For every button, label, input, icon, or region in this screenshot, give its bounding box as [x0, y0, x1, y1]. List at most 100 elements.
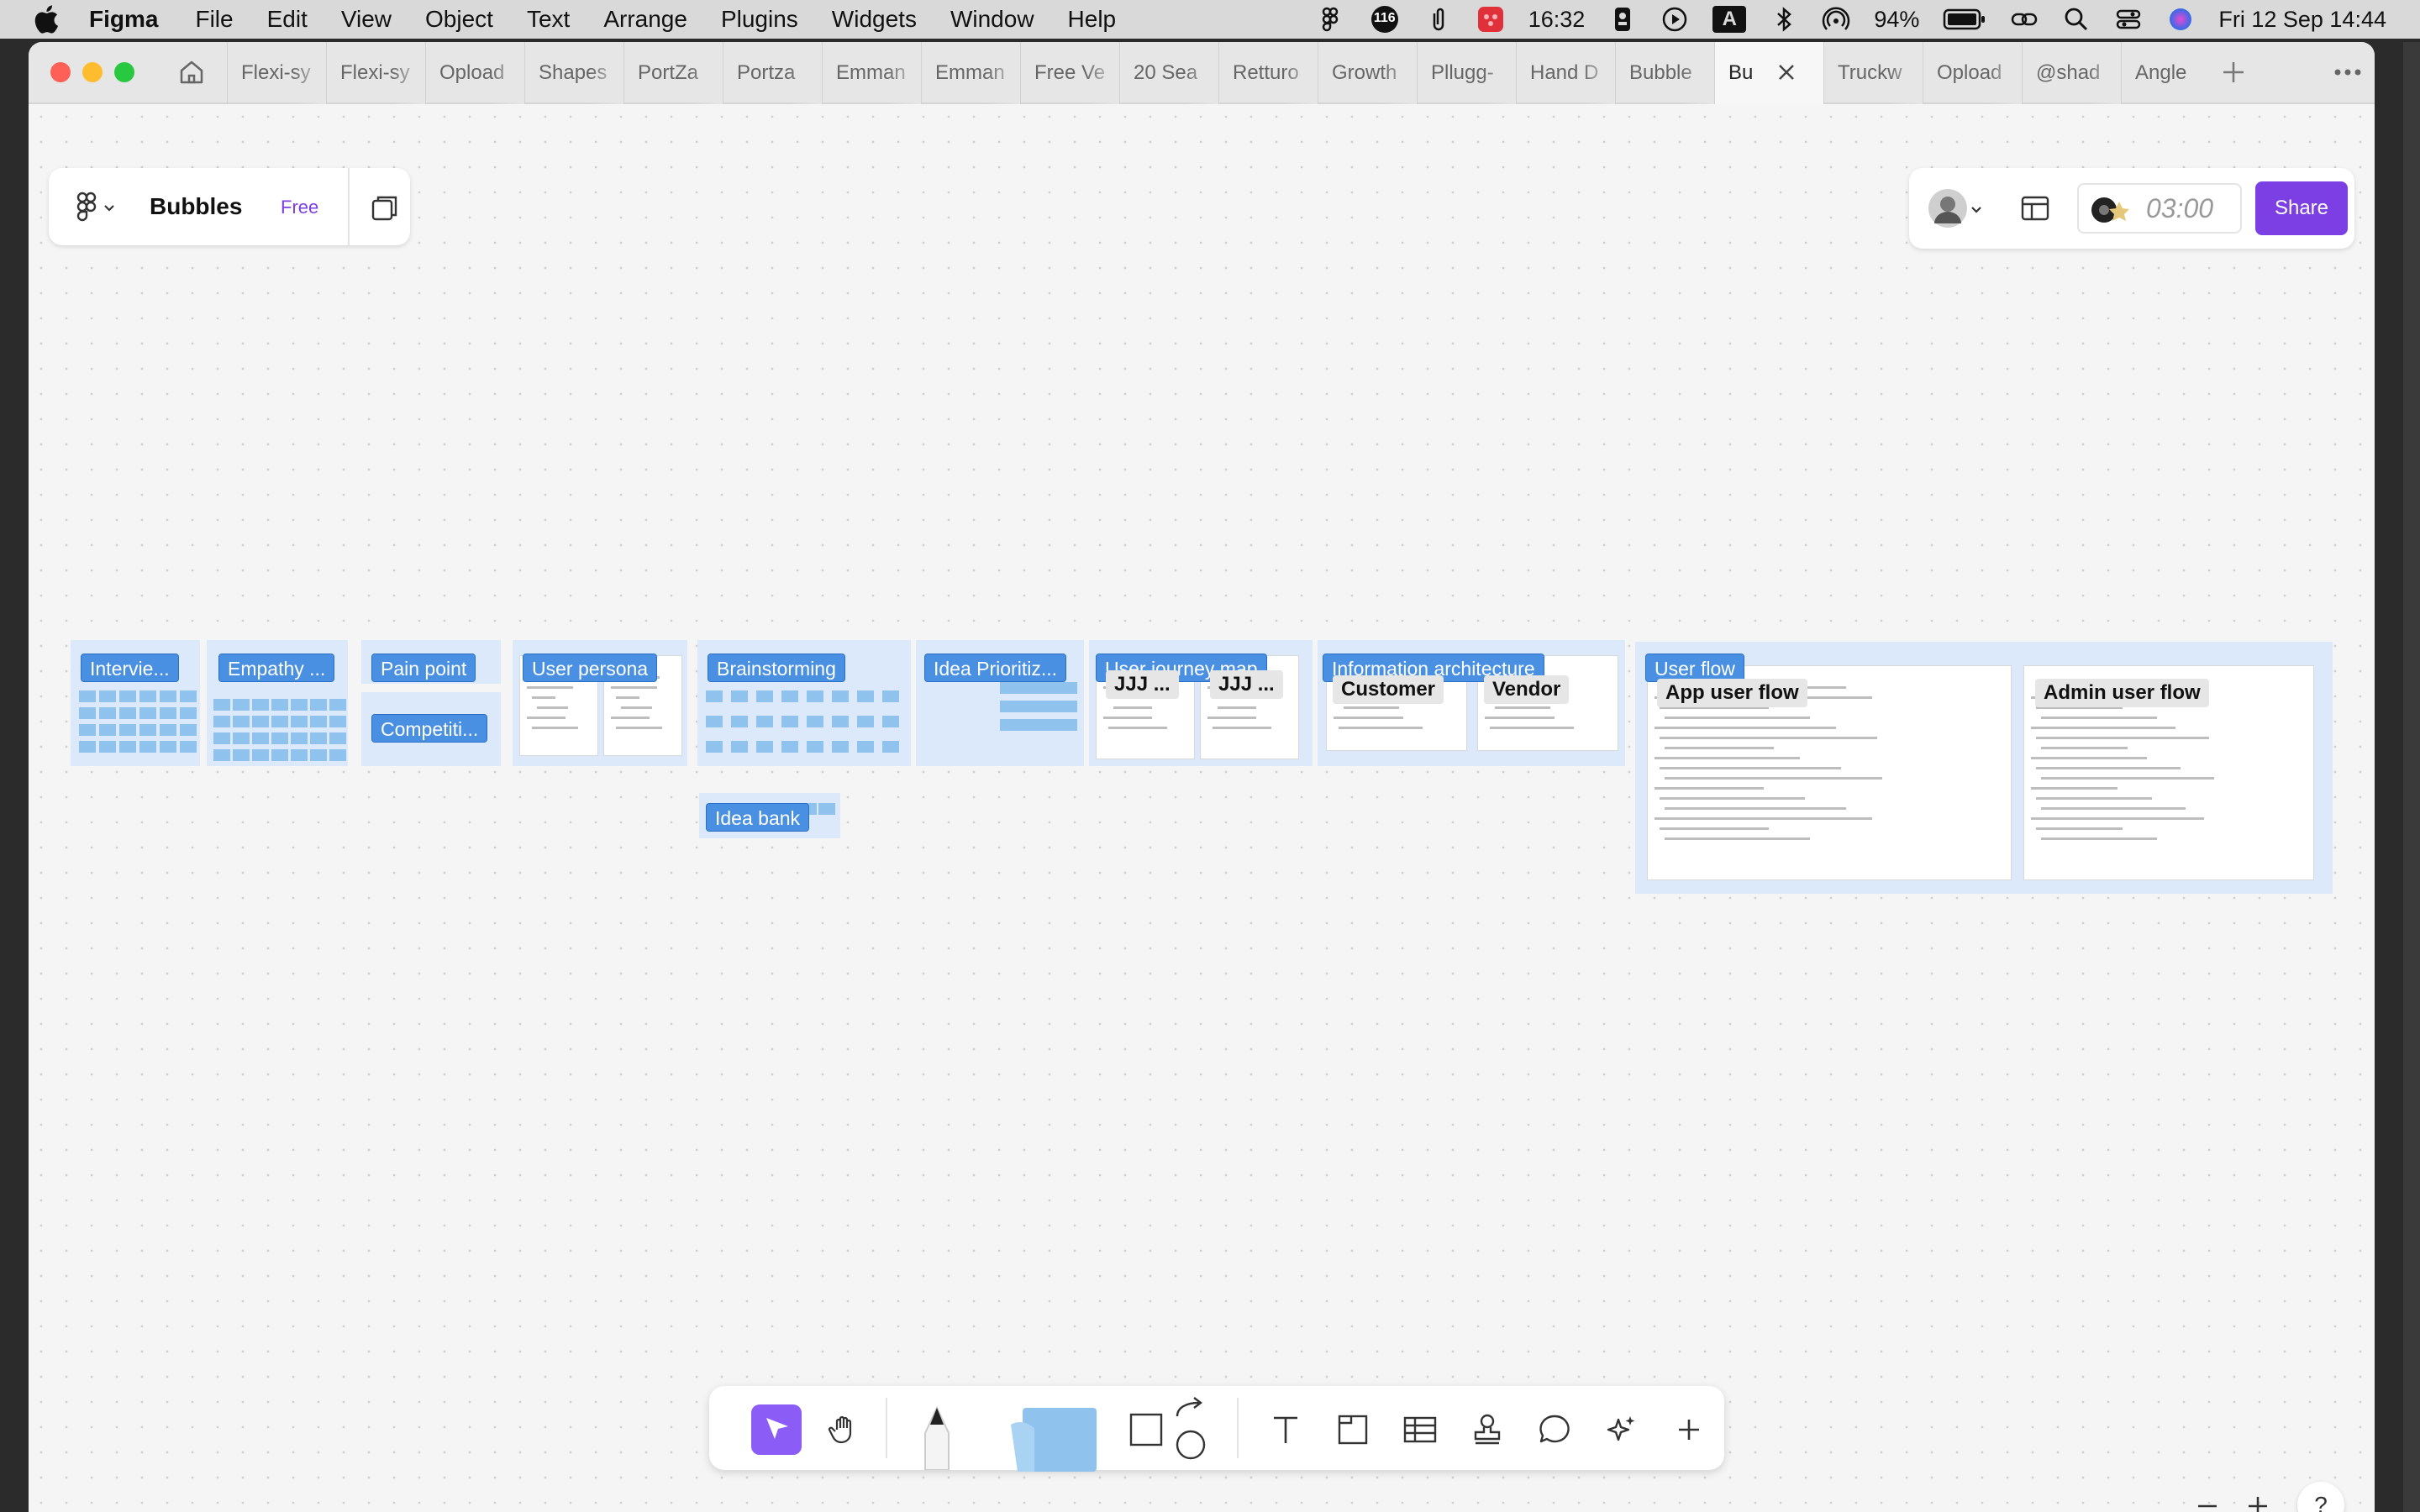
- journey-sub-label-1[interactable]: JJJ ...: [1106, 670, 1179, 699]
- tab-file-19[interactable]: @shad: [2022, 42, 2121, 104]
- journey-sub-label-2[interactable]: JJJ ...: [1210, 670, 1283, 699]
- help-button[interactable]: ?: [2297, 1482, 2344, 1512]
- sticky-note: [329, 716, 346, 727]
- tab-file-17[interactable]: Truckw: [1823, 42, 1923, 104]
- menu-window[interactable]: Window: [950, 6, 1034, 33]
- tool-stamp[interactable]: [1462, 1404, 1512, 1455]
- maximize-window-button[interactable]: [114, 62, 134, 82]
- new-tab-plus-icon[interactable]: [2218, 57, 2249, 87]
- menu-view[interactable]: View: [341, 6, 392, 33]
- control-center-icon[interactable]: [2114, 5, 2143, 34]
- menu-arrange[interactable]: Arrange: [603, 6, 687, 33]
- share-button[interactable]: Share: [2255, 181, 2348, 235]
- tool-select[interactable]: [751, 1404, 802, 1455]
- tool-text[interactable]: [1260, 1404, 1311, 1455]
- menu-text[interactable]: Text: [527, 6, 570, 33]
- battery-icon[interactable]: [1943, 7, 1986, 32]
- menu-help[interactable]: Help: [1068, 6, 1117, 33]
- notification-badge-icon[interactable]: 116: [1369, 3, 1401, 35]
- sub-label-admin-user-flow[interactable]: Admin user flow: [2035, 679, 2209, 707]
- chevron-down-icon[interactable]: [103, 203, 116, 213]
- tab-file-2[interactable]: Flexi-sy: [326, 42, 425, 104]
- tool-more[interactable]: [1664, 1404, 1714, 1455]
- pages-icon[interactable]: [370, 193, 400, 223]
- frame-label-pain-point[interactable]: Pain point: [371, 654, 476, 682]
- search-icon[interactable]: [2062, 5, 2091, 34]
- tab-file-15[interactable]: Bubble: [1615, 42, 1714, 104]
- avatar[interactable]: [1928, 188, 1968, 228]
- zoom-in-button[interactable]: [2237, 1485, 2279, 1512]
- tab-file-18[interactable]: Opload: [1923, 42, 2022, 104]
- contact-card-icon[interactable]: [1608, 5, 1637, 34]
- tab-file-14[interactable]: Hand D: [1516, 42, 1615, 104]
- menu-plugins[interactable]: Plugins: [721, 6, 798, 33]
- tab-active-bubbles[interactable]: Bu: [1714, 42, 1823, 104]
- tab-file-9[interactable]: Free Ve: [1020, 42, 1119, 104]
- tool-sticky-note[interactable]: [1003, 1404, 1104, 1472]
- menu-app-name[interactable]: Figma: [89, 6, 158, 33]
- plan-badge[interactable]: Free: [281, 197, 318, 218]
- close-tab-icon[interactable]: [1775, 60, 1798, 84]
- input-source-icon[interactable]: A: [1712, 6, 1747, 33]
- sub-label-app-user-flow[interactable]: App user flow: [1657, 679, 1807, 707]
- menu-widgets[interactable]: Widgets: [832, 6, 917, 33]
- tab-file-20[interactable]: Angle: [2121, 42, 2220, 104]
- chevron-down-icon[interactable]: [1970, 205, 1983, 215]
- text-line: [527, 686, 574, 689]
- tool-comment[interactable]: [1529, 1404, 1580, 1455]
- tool-ai[interactable]: [1597, 1404, 1647, 1455]
- tab-file-1[interactable]: Flexi-sy: [227, 42, 326, 104]
- clock[interactable]: Fri 12 Sep 14:44: [2218, 7, 2386, 33]
- airdrop-icon[interactable]: [1822, 5, 1850, 34]
- tab-file-11[interactable]: Retturo: [1218, 42, 1318, 104]
- ia-sub-label-vendor[interactable]: Vendor: [1484, 675, 1570, 704]
- menu-edit[interactable]: Edit: [267, 6, 308, 33]
- bluetooth-icon[interactable]: [1770, 5, 1798, 34]
- tab-file-8[interactable]: Emman: [921, 42, 1020, 104]
- minimize-window-button[interactable]: [82, 62, 103, 82]
- apple-logo-icon[interactable]: [34, 5, 59, 34]
- tool-connector[interactable]: [1170, 1394, 1212, 1462]
- tab-file-7[interactable]: Emman: [822, 42, 921, 104]
- menu-object[interactable]: Object: [425, 6, 493, 33]
- tool-table[interactable]: [1395, 1404, 1445, 1455]
- siri-icon[interactable]: [2166, 5, 2195, 34]
- tab-file-10[interactable]: 20 Sea: [1119, 42, 1218, 104]
- tab-file-5[interactable]: PortZa: [623, 42, 723, 104]
- frame-label-idea-bank[interactable]: Idea bank: [706, 803, 810, 832]
- home-icon[interactable]: [175, 55, 208, 89]
- play-circle-icon[interactable]: [1660, 5, 1689, 34]
- tab-file-6[interactable]: Portza: [723, 42, 822, 104]
- figjam-canvas[interactable]: Bubbles Free 03:00 Share Intervie... Emp…: [29, 104, 2375, 1512]
- tool-hand[interactable]: [818, 1404, 869, 1455]
- tool-section[interactable]: [1328, 1404, 1378, 1455]
- timer-app-icon[interactable]: [1476, 5, 1505, 34]
- more-options-icon[interactable]: [2331, 57, 2365, 87]
- menu-file[interactable]: File: [195, 6, 233, 33]
- tab-file-4[interactable]: Shapes: [524, 42, 623, 104]
- file-name[interactable]: Bubbles: [150, 193, 242, 220]
- frame-label-empathy[interactable]: Empathy ...: [218, 654, 335, 682]
- tool-shape[interactable]: [1121, 1404, 1171, 1455]
- paperclip-icon[interactable]: [1424, 5, 1453, 34]
- link-icon[interactable]: [2010, 5, 2039, 34]
- frame-label-user-persona[interactable]: User persona: [523, 654, 658, 682]
- tool-marker[interactable]: [908, 1404, 966, 1470]
- tab-file-13[interactable]: Pllugg-: [1417, 42, 1516, 104]
- figma-status-icon[interactable]: [1317, 5, 1345, 34]
- close-window-button[interactable]: [50, 62, 71, 82]
- frame-label-interview[interactable]: Intervie...: [81, 654, 179, 682]
- frame-label-user-flow[interactable]: User flow: [1645, 654, 1744, 682]
- ia-sub-label-customer[interactable]: Customer: [1333, 675, 1444, 704]
- tab-file-3[interactable]: Opload: [425, 42, 524, 104]
- frame-label-competitive[interactable]: Competiti...: [371, 714, 488, 743]
- zoom-out-button[interactable]: [2186, 1485, 2228, 1512]
- tab-file-12[interactable]: Growth: [1318, 42, 1417, 104]
- frame-label-brainstorming[interactable]: Brainstorming: [708, 654, 845, 682]
- timer-readout[interactable]: 16:32: [1528, 7, 1586, 33]
- timer-widget[interactable]: 03:00: [2077, 183, 2242, 234]
- figma-menu-icon[interactable]: [76, 192, 97, 222]
- frame-label-idea-prioritization[interactable]: Idea Prioritiz...: [924, 654, 1066, 682]
- layout-panel-icon[interactable]: [2020, 193, 2050, 223]
- text-line: [616, 727, 663, 729]
